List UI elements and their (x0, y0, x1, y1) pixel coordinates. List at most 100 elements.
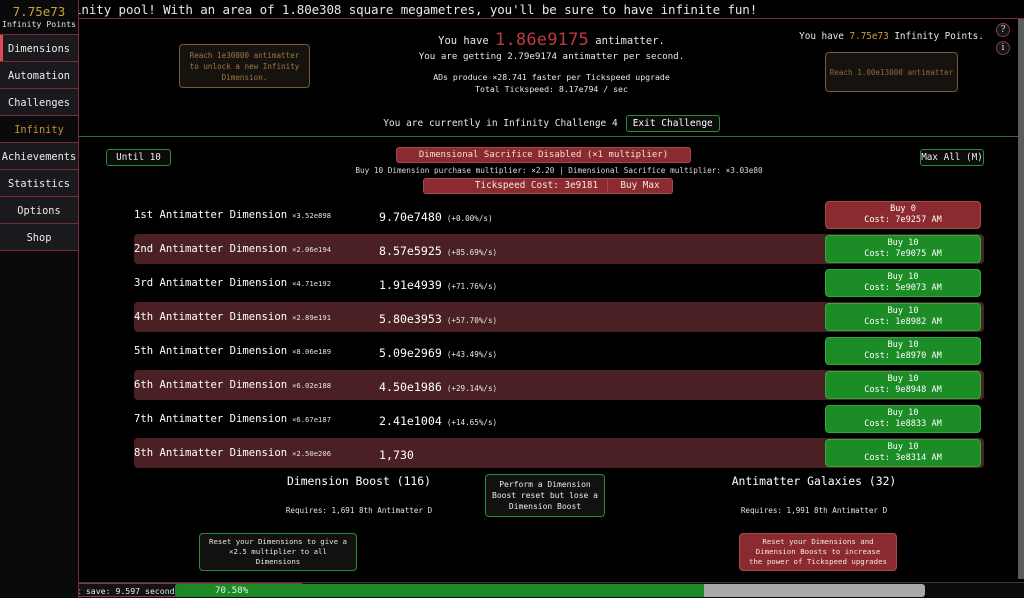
dimension-buy-label: Buy 10 (887, 238, 919, 248)
dimension-amount: 1,730 (379, 447, 414, 462)
dimension-multiplier: ×6.02e188 (292, 380, 332, 390)
antimatter-goal-box[interactable]: Reach 1.00e13000 antimatter (825, 52, 958, 92)
dimension-amount-group: 2.41e1004 (+14.65%/s) (379, 410, 497, 429)
exit-challenge-button[interactable]: Exit Challenge (625, 115, 720, 132)
progress-bar (175, 584, 925, 597)
ip-text-pre: You have (799, 31, 844, 42)
news-ticker-text: inity pool! With an area of 1.80e308 squ… (74, 2, 758, 17)
dimension-amount: 1.91e4939 (379, 277, 442, 292)
dimension-amount: 5.09e2969 (379, 345, 442, 360)
sidebar-item-dimensions[interactable]: Dimensions (0, 34, 78, 62)
dimension-row: 8th Antimatter Dimension ×2.50e206 1,730 Bu… (134, 438, 984, 468)
dimension-buy-button[interactable]: Buy 10 Cost: 9e8948 AM (825, 371, 981, 399)
news-ticker[interactable]: inity pool! With an area of 1.80e308 squ… (0, 0, 1024, 19)
dimension-buy-button[interactable]: Buy 0 Cost: 7e9257 AM (825, 201, 981, 229)
dimension-buy-cost: Cost: 7e9257 AM (864, 215, 942, 225)
dimension-amount-group: 4.50e1986 (+29.14%/s) (379, 376, 497, 395)
dimension-buy-button[interactable]: Buy 10 Cost: 1e8970 AM (825, 337, 981, 365)
ip-text-value: 7.75e73 (849, 31, 889, 42)
sidebar-item-shop[interactable]: Shop (0, 223, 78, 251)
sidebar-item-automation[interactable]: Automation (0, 61, 78, 89)
scrollbar-track[interactable] (1018, 19, 1024, 579)
top-info-area: Reach 1e30000 antimatter to unlock a new… (79, 19, 1024, 137)
dimension-multiplier: ×6.67e187 (292, 414, 332, 424)
sidebar-item-infinity[interactable]: Infinity (0, 115, 78, 143)
tickspeed-buy-max-button[interactable]: Buy Max (607, 178, 673, 194)
dimension-name: 6th Antimatter Dimension (134, 379, 288, 391)
dimension-name: 5th Antimatter Dimension (134, 345, 288, 357)
sidebar-item-achievements[interactable]: Achievements (0, 142, 78, 170)
dimension-buy-cost: Cost: 3e8314 AM (864, 453, 942, 463)
challenge-status-text: You are currently in Infinity Challenge … (383, 118, 618, 129)
dimension-amount: 8.57e5925 (379, 243, 442, 258)
antimatter-value: 1.86e9175 (495, 30, 589, 50)
dimension-buy-cost: Cost: 5e9073 AM (864, 283, 942, 293)
dimension-rate: (+14.65%/s) (446, 417, 498, 427)
info-icon[interactable]: i (996, 41, 1010, 55)
sidebar-item-options[interactable]: Options (0, 196, 78, 224)
dimension-amount-group: 9.70e7480 (+0.00%/s) (379, 206, 493, 225)
dimension-buy-cost: Cost: 1e8970 AM (864, 351, 942, 361)
dimension-buy-cost: Cost: 9e8948 AM (864, 385, 942, 395)
dimension-buy-button[interactable]: Buy 10 Cost: 1e8982 AM (825, 303, 981, 331)
dimension-buy-label: Buy 10 (887, 408, 919, 418)
sidebar-infinity-points: 7.75e73 Infinity Points (0, 0, 78, 35)
dimensional-sacrifice-button[interactable]: Dimensional Sacrifice Disabled (×1 multi… (396, 147, 691, 163)
dimension-row: 3rd Antimatter Dimension ×4.71e192 1.91e49… (134, 268, 984, 298)
perform-dimension-boost-button[interactable]: Perform a Dimension Boost reset but lose… (485, 474, 605, 517)
dimension-boost-requires: Requires: 1,691 8th Antimatter D (285, 506, 433, 515)
status-bar: Time since last save: 9.597 seconds (loc… (0, 582, 1024, 598)
help-icon[interactable]: ? (996, 23, 1010, 37)
reset-section: Dimension Boost (116) Requires: 1,691 8t… (79, 470, 1024, 580)
dimension-multiplier: ×2.50e206 (292, 448, 332, 458)
dimension-buy-cost: Cost: 7e9075 AM (864, 249, 942, 259)
dimension-buy-label: Buy 10 (887, 306, 919, 316)
ip-text-post: Infinity Points. (894, 31, 984, 42)
dimension-amount-group: 5.80e3953 (+57.70%/s) (379, 308, 497, 327)
dimension-name: 3rd Antimatter Dimension (134, 277, 288, 289)
dimension-buy-button[interactable]: Buy 10 Cost: 5e9073 AM (825, 269, 981, 297)
infinity-dimension-unlock-box[interactable]: Reach 1e30000 antimatter to unlock a new… (179, 44, 310, 88)
dimension-rate: (+29.14%/s) (446, 383, 498, 393)
dimension-buy-label: Buy 0 (890, 204, 916, 214)
dimension-rate: (+0.00%/s) (446, 213, 493, 223)
multiplier-info-line: Buy 10 Dimension purchase multiplier: ×2… (355, 166, 763, 175)
dimension-amount-group: 1.91e4939 (+71.76%/s) (379, 274, 497, 293)
progress-bar-fill (175, 584, 705, 597)
dimension-buy-button[interactable]: Buy 10 Cost: 3e8314 AM (825, 439, 981, 467)
sidebar-item-challenges[interactable]: Challenges (0, 88, 78, 116)
infinity-points-panel: You have 7.75e73 Infinity Points. Reach … (784, 31, 999, 92)
dimension-boost-title: Dimension Boost (116) (286, 474, 431, 488)
total-tickspeed-line: Total Tickspeed: 8.17e794 / sec (475, 84, 628, 94)
dimension-buy-button[interactable]: Buy 10 Cost: 1e8833 AM (825, 405, 981, 433)
antimatter-suffix: antimatter. (595, 35, 665, 47)
antimatter-galaxies-requires: Requires: 1,991 8th Antimatter D (740, 506, 888, 515)
sidebar-item-statistics[interactable]: Statistics (0, 169, 78, 197)
dimension-buy-cost: Cost: 1e8833 AM (864, 419, 942, 429)
dimension-rate: (+57.70%/s) (446, 315, 498, 325)
until-ten-button[interactable]: Until 10 (106, 149, 171, 166)
ad-speed-line: ADs produce ×28.741 faster per Tickspeed… (433, 72, 670, 82)
dimension-multiplier: ×4.71e192 (292, 278, 332, 288)
dimension-boost-column: Dimension Boost (116) Requires: 1,691 8t… (199, 474, 519, 515)
dimension-rate: (+43.49%/s) (446, 349, 498, 359)
sidebar: 7.75e73 Infinity Points Dimensions Automa… (0, 0, 79, 598)
dimension-amount: 4.50e1986 (379, 379, 442, 394)
antimatter-galaxies-title: Antimatter Galaxies (32) (731, 474, 897, 488)
dimension-multiplier: ×8.06e189 (292, 346, 332, 356)
dimension-rate: (+71.76%/s) (446, 281, 498, 291)
dimension-amount-group: 1,730 (379, 444, 419, 463)
dimension-buy-button[interactable]: Buy 10 Cost: 7e9075 AM (825, 235, 981, 263)
antimatter-galaxies-column: Antimatter Galaxies (32) Requires: 1,991… (654, 474, 974, 515)
dimension-amount: 2.41e1004 (379, 413, 442, 428)
antimatter-line: You have 1.86e9175 antimatter. (379, 32, 724, 49)
dimension-list: 1st Antimatter Dimension ×3.52e898 9.70e74… (134, 200, 984, 472)
antimatter-stats: You have 1.86e9175 antimatter. You are g… (379, 32, 724, 95)
dimension-rate: (+85.69%/s) (446, 247, 498, 257)
max-all-button[interactable]: Max All (M) (920, 149, 984, 166)
sidebar-ip-value: 7.75e73 (12, 4, 66, 19)
antimatter-galaxy-reset-button[interactable]: Reset your Dimensions and Dimension Boos… (739, 533, 897, 571)
dimension-name: 7th Antimatter Dimension (134, 413, 288, 425)
dimension-boost-reset-button[interactable]: Reset your Dimensions to give a ×2.5 mul… (199, 533, 357, 571)
dimension-row: 2nd Antimatter Dimension ×2.06e194 8.57e59… (134, 234, 984, 264)
